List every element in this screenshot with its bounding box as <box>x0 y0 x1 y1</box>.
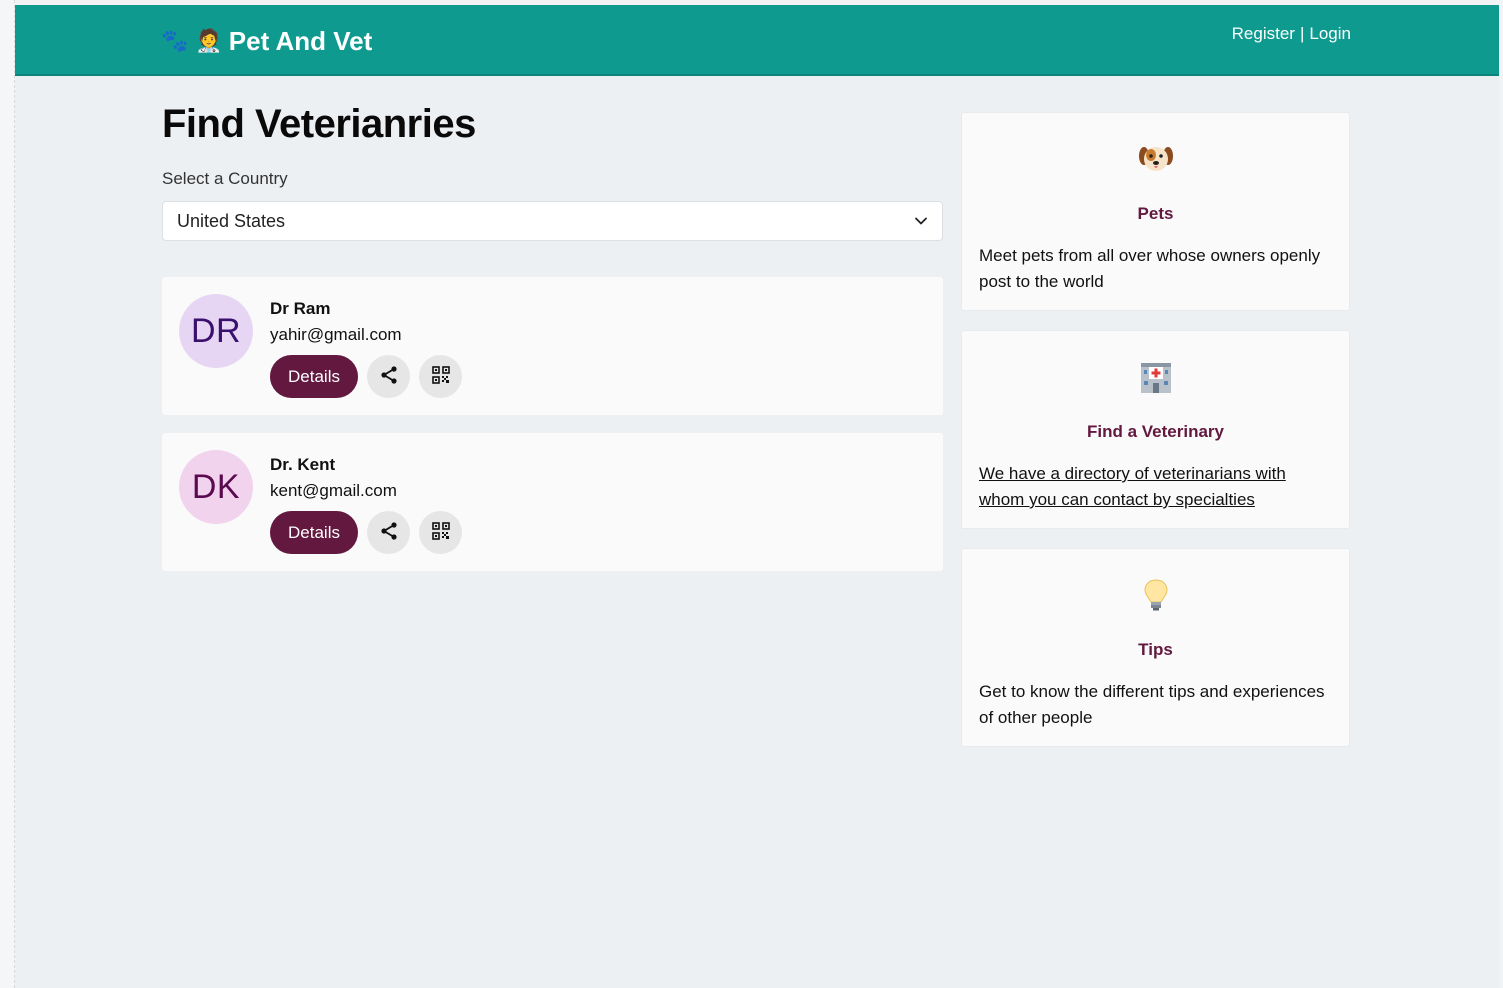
vet-search-section: Find Veterianries Select a Country Unite… <box>162 102 943 571</box>
feature-desc: Meet pets from all over whose owners ope… <box>979 246 1321 291</box>
navbar: 🐾 🧑‍⚕️ Pet And Vet Register | Login <box>15 5 1499 76</box>
details-button[interactable]: Details <box>270 511 358 554</box>
avatar: DR <box>179 294 253 368</box>
country-label: Select a Country <box>162 169 288 188</box>
lightbulb-icon <box>962 577 1349 613</box>
share-icon <box>379 365 399 388</box>
feature-card-pets[interactable]: Pets Meet pets from all over whose owner… <box>961 112 1350 311</box>
paw-doctor-icon: 🐾 🧑‍⚕️ <box>161 28 223 54</box>
dog-face-icon <box>962 141 1349 177</box>
share-button[interactable] <box>367 355 410 398</box>
vet-card: DR Dr Ram yahir@gmail.com Details <box>162 277 943 415</box>
country-select-value: United States <box>177 210 286 231</box>
register-link[interactable]: Register <box>1232 24 1295 44</box>
chevron-down-icon <box>914 214 928 228</box>
brand-link[interactable]: 🐾 🧑‍⚕️ Pet And Vet <box>161 25 372 57</box>
feature-title: Pets <box>1137 204 1174 223</box>
vet-name: Dr Ram <box>270 299 331 318</box>
vet-email: yahir@gmail.com <box>270 325 402 344</box>
auth-links: Register | Login <box>1232 24 1351 44</box>
qr-code-icon <box>431 522 450 543</box>
feature-title: Tips <box>1138 640 1173 659</box>
feature-sidebar: Pets Meet pets from all over whose owner… <box>961 112 1350 747</box>
left-gutter <box>0 0 15 988</box>
share-button[interactable] <box>367 511 410 554</box>
vet-actions: Details <box>270 355 462 398</box>
feature-title: Find a Veterinary <box>1087 422 1224 441</box>
qr-code-button[interactable] <box>419 511 462 554</box>
vet-list: DR Dr Ram yahir@gmail.com Details DK Dr.… <box>162 277 943 571</box>
feature-card-tips[interactable]: Tips Get to know the different tips and … <box>961 548 1350 747</box>
vet-actions: Details <box>270 511 462 554</box>
vet-name: Dr. Kent <box>270 455 336 474</box>
auth-separator: | <box>1299 24 1305 43</box>
avatar: DK <box>179 450 253 524</box>
page: 🐾 🧑‍⚕️ Pet And Vet Register | Login Find… <box>15 5 1499 988</box>
qr-code-icon <box>431 366 450 387</box>
login-link[interactable]: Login <box>1309 24 1351 44</box>
feature-desc: Get to know the different tips and exper… <box>979 682 1325 727</box>
feature-card-find-veterinary[interactable]: Find a Veterinary We have a directory of… <box>961 330 1350 529</box>
country-select[interactable]: United States <box>162 201 943 241</box>
vet-card: DK Dr. Kent kent@gmail.com Details <box>162 433 943 571</box>
brand-name: Pet And Vet <box>228 25 373 56</box>
details-button[interactable]: Details <box>270 355 358 398</box>
vet-email: kent@gmail.com <box>270 481 397 500</box>
page-title: Find Veterianries <box>162 102 476 146</box>
hospital-icon <box>962 359 1349 395</box>
feature-desc-link[interactable]: We have a directory of veterinarians wit… <box>979 461 1335 513</box>
qr-code-button[interactable] <box>419 355 462 398</box>
share-icon <box>379 521 399 544</box>
